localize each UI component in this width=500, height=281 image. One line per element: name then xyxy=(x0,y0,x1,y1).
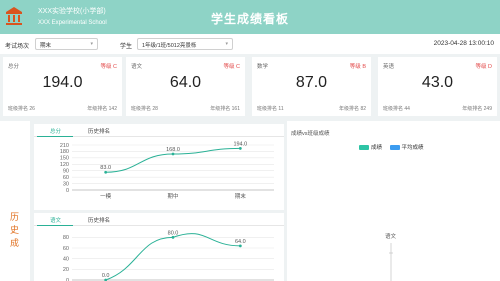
chevron-down-icon: ▾ xyxy=(225,41,228,47)
card-grade: 等级 C xyxy=(100,64,117,70)
card-class-rank: 班级排名 28 xyxy=(131,106,158,112)
chinese-history-panel: 语文 历史排名 0 20 40 60 80 0.0 80.0 64.0 xyxy=(34,213,284,281)
tab-history-rank[interactable]: 历史排名 xyxy=(88,216,110,224)
chevron-down-icon: ▾ xyxy=(90,41,93,47)
y-tick-label: 210 xyxy=(60,143,69,149)
tab-history-rank[interactable]: 历史排名 xyxy=(88,127,110,135)
x-tick-label: 期末 xyxy=(235,192,247,200)
card-grade-rank: 年级排名 161 xyxy=(210,106,240,112)
exam-select[interactable]: 期末 ▾ xyxy=(35,38,98,50)
data-label: 80.0 xyxy=(168,230,179,236)
score-card-total: 总分 等级 C 194.0 班级排名 26 年级排名 142 xyxy=(3,57,122,116)
score-vs-class-panel: 成绩vs班级成绩 成绩 平均成绩 语文 xyxy=(287,121,500,281)
card-subject: 数学 xyxy=(257,64,269,70)
data-point xyxy=(104,170,108,174)
card-score: 87.0 xyxy=(295,74,328,91)
data-point xyxy=(238,147,242,150)
radar-axis-label: 语文 xyxy=(385,234,397,240)
card-score: 194.0 xyxy=(42,74,83,91)
card-score: 43.0 xyxy=(421,74,454,91)
student-select[interactable]: 1年级/1班/5012亮景栎 ▾ xyxy=(137,38,233,50)
header-bar: XXX实验学校(小学部) XXX Experimental School 学生成… xyxy=(0,0,500,34)
data-label: 83.0 xyxy=(100,165,111,171)
history-side-panel: 历史成 xyxy=(0,121,30,281)
timestamp: 2023-04-28 13:00:10 xyxy=(433,40,494,47)
history-vertical-title: 历史成 xyxy=(10,212,20,248)
card-grade: 等级 D xyxy=(475,64,492,70)
y-tick-label: 150 xyxy=(60,156,69,162)
exam-label: 考试场次 xyxy=(5,44,30,50)
score-card-chinese: 语文 等级 C 64.0 班级排名 28 年级排名 161 xyxy=(126,57,245,116)
series-line xyxy=(105,233,241,281)
data-label: 0.0 xyxy=(102,273,110,279)
data-label: 168.0 xyxy=(166,147,180,153)
score-card-english: 英语 等级 D 43.0 班级排名 44 年级排名 249 xyxy=(378,57,497,116)
y-tick-label: 40 xyxy=(63,256,69,262)
total-history-panel: 总分 历史排名 0 30 60 90 120 150 180 210 一模 期中 期末 83.0 168… xyxy=(34,124,284,210)
card-grade-rank: 年级排名 249 xyxy=(462,106,492,112)
card-subject: 总分 xyxy=(8,64,20,70)
score-card-math: 数学 等级 B 87.0 班级排名 11 年级排名 82 xyxy=(252,57,371,116)
student-label: 学生 xyxy=(120,44,133,50)
card-class-rank: 班级排名 11 xyxy=(257,106,284,112)
data-point xyxy=(171,152,175,156)
tab-bar: 总分 历史排名 xyxy=(34,124,284,137)
exam-select-value: 期末 xyxy=(40,43,52,49)
card-grade: 等级 C xyxy=(223,64,240,70)
card-grade-rank: 年级排名 82 xyxy=(339,106,366,112)
legend-item-average[interactable]: 平均成绩 xyxy=(389,143,424,151)
y-tick-label: 120 xyxy=(60,162,69,168)
data-label: 194.0 xyxy=(233,141,247,147)
card-subject: 语文 xyxy=(131,64,143,70)
y-tick-label: 30 xyxy=(63,181,69,187)
y-tick-label: 180 xyxy=(60,149,69,155)
total-score-line-chart: 0306090120150180210 一模 期中 期末 83.0 168.0 194.0 xyxy=(60,141,274,200)
card-grade: 等级 B xyxy=(349,64,366,70)
card-class-rank: 班级排名 26 xyxy=(8,106,35,112)
y-tick-label: 0 xyxy=(66,188,69,194)
tab-total[interactable]: 总分 xyxy=(50,127,61,135)
tab-bar: 语文 历史排名 xyxy=(34,213,284,226)
card-score: 64.0 xyxy=(169,74,202,91)
filter-bar: 考试场次 期末 ▾ 学生 1年级/1班/5012亮景栎 ▾ 2023-04-28… xyxy=(0,34,500,54)
y-tick-label: 90 xyxy=(63,169,69,175)
radar-legend: 成绩 平均成绩 xyxy=(359,143,430,151)
data-point xyxy=(238,244,242,248)
page-title: 学生成绩看板 xyxy=(210,12,289,26)
y-tick-label: 60 xyxy=(63,246,69,252)
chinese-score-line-chart: 0204060800.080.064.0 xyxy=(63,230,274,281)
y-tick-label: 60 xyxy=(63,175,69,181)
card-class-rank: 班级排名 44 xyxy=(383,106,410,112)
data-point xyxy=(171,235,175,239)
radar-axis-line xyxy=(389,243,393,281)
legend-item-score[interactable]: 成绩 xyxy=(359,143,382,151)
x-tick-label: 一模 xyxy=(100,192,112,200)
student-select-value: 1年级/1班/5012亮景栎 xyxy=(142,43,197,49)
y-tick-label: 20 xyxy=(63,267,69,273)
tab-chinese[interactable]: 语文 xyxy=(50,216,61,224)
x-tick-label: 期中 xyxy=(167,192,178,200)
card-subject: 英语 xyxy=(383,64,395,70)
data-label: 64.0 xyxy=(235,239,246,245)
y-tick-label: 80 xyxy=(63,235,69,241)
card-grade-rank: 年级排名 142 xyxy=(87,106,117,112)
radar-chart-title: 成绩vs班级成绩 xyxy=(291,131,330,137)
